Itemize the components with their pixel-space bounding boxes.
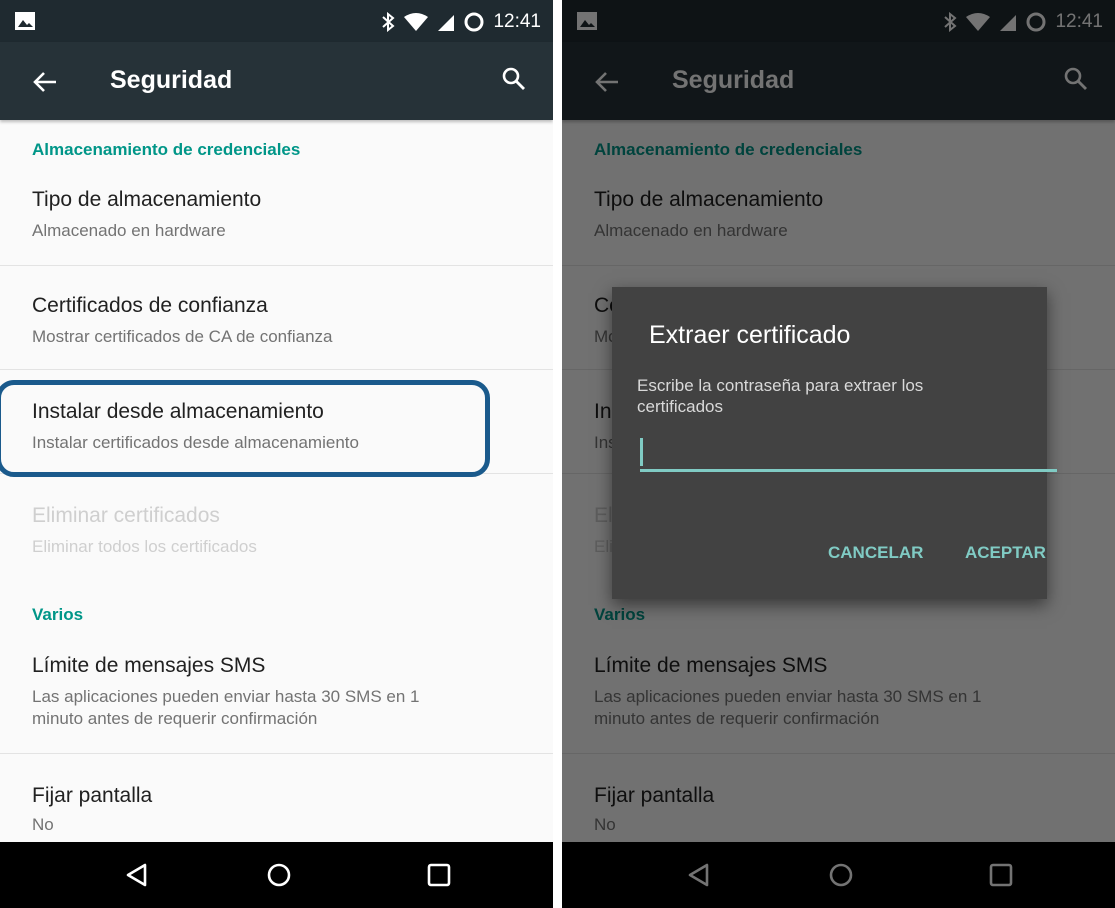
cancel-button[interactable]: CANCELAR [828, 543, 923, 563]
wifi-icon [404, 13, 429, 31]
list-item-trusted-certs[interactable]: Certificados de confianza Mostrar certif… [0, 290, 553, 370]
item-subtitle: Almacenado en hardware [32, 221, 226, 240]
section-header-credentials: Almacenamiento de credenciales [32, 140, 301, 159]
password-input[interactable] [640, 432, 1057, 472]
item-title: Fijar pantalla [32, 784, 153, 807]
list-item-storage-type[interactable]: Tipo de almacenamiento Almacenado en har… [0, 184, 553, 264]
list-item-sms-limit[interactable]: Límite de mensajes SMS Las aplicaciones … [0, 650, 553, 750]
item-title: Certificados de confianza [32, 294, 268, 317]
item-subtitle-line2: minuto antes de requerir confirmación [32, 709, 318, 728]
search-icon[interactable] [501, 66, 527, 92]
item-subtitle: Mostrar certificados de CA de confianza [32, 327, 333, 346]
dialog-message: Escribe la contraseña para extraer los c… [637, 376, 924, 416]
item-subtitle: No [32, 815, 54, 834]
item-subtitle: Eliminar todos los certificados [32, 537, 257, 556]
divider [0, 265, 553, 266]
phone-screen-right: 12:41 Seguridad Almacenamiento de creden… [562, 0, 1115, 908]
phone-screen-left: 12:41 Seguridad Almacenamiento de creden… [0, 0, 553, 908]
divider [0, 369, 553, 370]
highlight-annotation [0, 380, 490, 477]
status-time: 12:41 [493, 11, 541, 32]
list-item-clear-certs: Eliminar certificados Eliminar todos los… [0, 500, 553, 580]
status-bar: 12:41 [0, 0, 553, 42]
nav-recents-icon[interactable] [425, 861, 453, 889]
item-title: Eliminar certificados [32, 504, 220, 527]
nav-bar [0, 842, 553, 908]
nav-home-icon[interactable] [265, 861, 293, 889]
list-item-screen-pin[interactable]: Fijar pantalla No [0, 780, 553, 840]
page-title: Seguridad [110, 66, 233, 94]
divider [0, 753, 553, 754]
item-subtitle-line1: Las aplicaciones pueden enviar hasta 30 … [32, 687, 420, 706]
back-arrow-icon[interactable] [32, 69, 58, 95]
bluetooth-icon [382, 12, 395, 32]
input-underline [640, 469, 1057, 472]
item-title: Tipo de almacenamiento [32, 188, 262, 211]
section-header-misc: Varios [32, 605, 84, 624]
text-cursor [640, 438, 643, 466]
battery-icon [464, 12, 484, 32]
dialog-title: Extraer certificado [649, 321, 851, 349]
extract-certificate-dialog: Extraer certificado Escribe la contraseñ… [612, 287, 1057, 599]
item-title: Límite de mensajes SMS [32, 654, 266, 677]
image-icon [15, 12, 35, 30]
accept-button[interactable]: ACEPTAR [965, 543, 1046, 563]
app-bar: Seguridad [0, 42, 553, 120]
nav-back-icon[interactable] [123, 861, 151, 889]
signal-icon [438, 15, 455, 31]
